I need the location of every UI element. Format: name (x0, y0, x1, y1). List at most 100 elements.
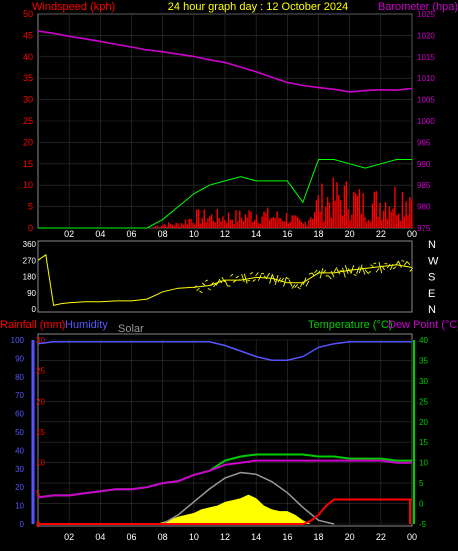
windspeed-bar (369, 221, 372, 228)
windspeed-bar (328, 202, 331, 228)
windspeed-bar (212, 220, 215, 228)
windspeed-bar (336, 182, 338, 228)
windspeed-bar (209, 216, 211, 228)
compass-label: S (428, 272, 435, 284)
windspeed-bar (358, 189, 361, 228)
barometer-tick-label: 1025 (417, 10, 435, 19)
rainfall-tick-label: 10 (36, 459, 45, 468)
chart-title: 24 hour graph day : 12 October 2024 (168, 1, 348, 13)
windspeed-bar (283, 221, 286, 228)
time-tick-label: 08 (158, 532, 168, 542)
rainfall-tick-label: 15 (36, 428, 45, 437)
barometer-tick-label: 990 (417, 160, 431, 169)
windspeed-bar (353, 191, 355, 228)
windspeed-bar (317, 195, 319, 228)
direction-sample (252, 278, 256, 282)
temperature-tick-label: 15 (419, 438, 428, 447)
temperature-tick-label: 5 (419, 479, 424, 488)
humidity-tick-label: 70 (15, 391, 24, 400)
direction-tick-label: 270 (23, 256, 37, 265)
windspeed-bar (203, 209, 205, 228)
direction-sample (249, 272, 253, 275)
windspeed-bar (218, 217, 220, 228)
windspeed-bar (207, 218, 209, 228)
direction-sample (232, 280, 237, 283)
windspeed-bar (248, 210, 250, 228)
direction-sample (297, 286, 301, 290)
direction-sample (344, 265, 349, 275)
windspeed-bar (253, 219, 256, 228)
compass-label: W (428, 255, 439, 267)
direction-sample (333, 267, 338, 273)
windspeed-tick-label: 15 (23, 159, 33, 169)
direction-sample (353, 274, 357, 276)
windspeed-bar (235, 209, 237, 228)
windspeed-bar (340, 200, 342, 228)
windspeed-bar (240, 217, 243, 228)
compass-label: N (428, 239, 436, 251)
direction-sample (311, 272, 315, 277)
windspeed-bar (397, 213, 400, 228)
time-tick-label: 20 (345, 229, 355, 239)
windspeed-bar (407, 215, 409, 228)
humidity-tick-label: 50 (15, 428, 24, 437)
compass-label: N (428, 304, 436, 316)
direction-sample (342, 267, 346, 278)
windspeed-bar (293, 215, 295, 228)
windspeed-bar (181, 223, 183, 228)
windspeed-bar (388, 206, 391, 228)
windspeed-bar (179, 226, 181, 228)
windspeed-bar (216, 208, 218, 228)
windspeed-bar (263, 211, 265, 228)
direction-sample (403, 261, 408, 266)
humidity-axis-title: Humidity (65, 319, 108, 331)
windspeed-bar (330, 217, 333, 228)
time-tick-label: 18 (313, 532, 323, 542)
windspeed-bar (237, 221, 239, 228)
direction-sample (196, 287, 200, 292)
direction-sample (398, 261, 402, 268)
windspeed-bar (201, 218, 204, 228)
windspeed-bar (386, 219, 389, 228)
time-tick-label: 12 (220, 532, 230, 542)
direction-sample (286, 277, 290, 280)
windspeed-bar (222, 216, 224, 228)
windspeed-bar (268, 219, 271, 228)
windspeed-tick-label: 5 (28, 202, 33, 212)
windspeed-bar (371, 203, 374, 228)
windspeed-bar (261, 216, 263, 228)
windspeed-bar (167, 222, 170, 228)
direction-sample (224, 279, 228, 287)
windspeed-bar (246, 217, 248, 228)
windspeed-bar (154, 226, 157, 228)
direction-sample (201, 282, 206, 286)
time-tick-label: 06 (126, 532, 136, 542)
direction-sample (378, 261, 383, 274)
windspeed-bar (381, 219, 383, 228)
time-tick-label: 16 (282, 532, 292, 542)
windspeed-bar (229, 219, 232, 228)
temperature-tick-label: 0 (419, 500, 424, 509)
direction-sample (373, 262, 377, 265)
temperature-tick-label: 10 (419, 459, 428, 468)
windspeed-bar (276, 211, 278, 228)
windspeed-bar (177, 223, 179, 228)
windspeed-bar (296, 217, 299, 228)
time-tick-label: 02 (64, 229, 74, 239)
time-tick-label: 12 (220, 229, 230, 239)
direction-tick-label: 360 (23, 240, 37, 249)
direction-sample (401, 260, 405, 262)
direction-sample (367, 270, 371, 275)
windspeed-bar (347, 209, 349, 228)
windspeed-bar (304, 221, 306, 228)
windspeed-bar (405, 201, 407, 228)
windspeed-bar (166, 226, 168, 228)
windspeed-bar (315, 200, 318, 228)
time-tick-label: 14 (251, 532, 261, 542)
humidity-tick-label: 40 (15, 446, 24, 455)
weather-graph: Windspeed (kph) 24 hour graph day : 12 O… (0, 1, 458, 542)
windspeed-bar (300, 221, 303, 228)
temperature-tick-label: 30 (419, 377, 428, 386)
temperature-tick-label: 25 (419, 397, 428, 406)
windspeed-bar (343, 185, 346, 228)
